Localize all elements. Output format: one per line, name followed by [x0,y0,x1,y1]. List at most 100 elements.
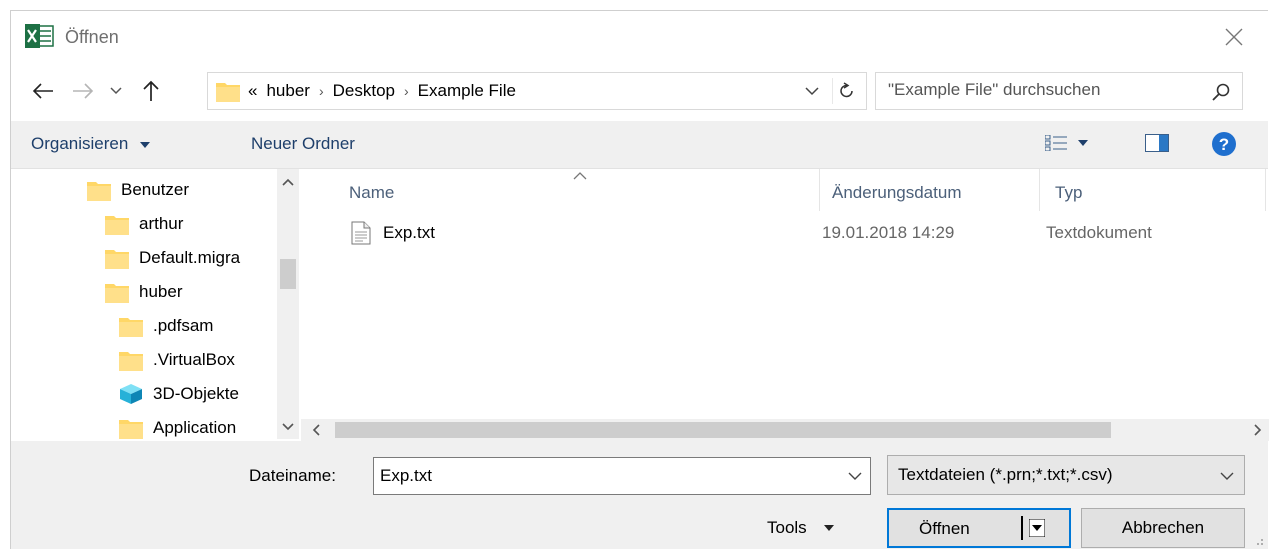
folder-icon [119,318,143,337]
address-history-button[interactable] [800,79,824,103]
navigation-pane: Benutzer arthur Default.migra huber .pdf… [11,169,301,439]
filetype-select[interactable]: Textdateien (*.prn;*.txt;*.csv) [887,455,1245,495]
sort-ascending-icon [573,172,587,180]
chevron-down-icon[interactable] [846,467,864,485]
tree-item-virtualbox[interactable]: .VirtualBox [119,345,235,375]
split-divider [1021,516,1023,540]
tree-item-arthur[interactable]: arthur [105,209,183,239]
tree-item-label: Application [153,418,237,437]
chevron-down-icon [110,87,122,95]
resize-grip-icon[interactable] [1252,534,1264,546]
preview-pane-button[interactable] [1145,134,1169,152]
tree-item-label: .VirtualBox [153,350,235,369]
tree-item-huber[interactable]: huber [105,277,182,307]
file-name: Exp.txt [383,223,435,242]
caret-down-icon[interactable] [1029,519,1045,537]
excel-icon [25,24,54,48]
preview-pane-icon [1145,134,1169,152]
search-icon[interactable] [1210,81,1232,103]
scroll-right-icon[interactable] [1249,419,1265,441]
caret-down-icon [140,142,151,148]
tree-item-3d-objekte[interactable]: 3D-Objekte [119,379,239,409]
view-options-button[interactable] [1045,135,1089,151]
column-divider[interactable] [1039,169,1040,211]
dialog-footer: Dateiname: Textdateien (*.prn;*.txt;*.cs… [11,441,1268,549]
filename-input[interactable] [380,466,820,486]
tree-item-application[interactable]: Application [119,413,236,439]
filename-label: Dateiname: [249,466,336,485]
breadcrumb-separator[interactable]: › [404,83,409,99]
3d-objects-icon [120,384,142,404]
scrollbar-thumb[interactable] [335,422,1111,438]
refresh-button[interactable] [832,78,860,104]
arrow-right-icon [73,83,94,99]
column-divider[interactable] [819,169,820,211]
close-button[interactable] [1216,19,1252,55]
breadcrumb-item-huber[interactable]: huber [266,81,309,101]
tree-item-default-migra[interactable]: Default.migra [105,243,240,273]
chevron-down-icon [805,86,819,95]
column-divider[interactable] [1265,169,1266,211]
navigation-bar: « huber › Desktop › Example File [11,63,1268,121]
scrollbar-thumb[interactable] [280,259,296,289]
recent-locations-button[interactable] [105,75,127,107]
help-icon: ? [1212,132,1236,156]
column-header-type[interactable]: Typ [1055,183,1082,203]
folder-icon [105,284,129,303]
forward-button[interactable] [67,75,99,107]
search-box [875,72,1243,110]
organize-label: Organisieren [31,134,129,153]
breadcrumb-overflow[interactable]: « [248,81,257,101]
new-folder-button[interactable]: Neuer Ordner [251,134,355,154]
caret-down-icon [1078,140,1088,146]
folder-icon [105,250,129,269]
arrow-up-icon [143,80,159,101]
tools-button[interactable]: Tools [767,518,835,538]
arrow-left-icon [32,83,53,99]
navigation-pane-scrollbar[interactable] [277,169,299,439]
close-icon [1225,28,1243,46]
tree-item-label: arthur [139,214,184,233]
file-list: Name Änderungsdatum Typ Exp.txt 19.01.20… [301,169,1269,419]
file-row[interactable]: Exp.txt 19.01.2018 14:29 Textdokument [331,217,1261,249]
tree-item-benutzer[interactable]: Benutzer [87,175,189,205]
refresh-icon [839,82,853,98]
help-button[interactable]: ? [1211,131,1237,157]
folder-icon [119,420,143,439]
title-bar: Öffnen [11,11,1268,63]
tree-item-pdfsam[interactable]: .pdfsam [119,311,213,341]
caret-down-icon [823,525,834,531]
cancel-button[interactable]: Abbrechen [1081,508,1245,548]
scroll-down-icon[interactable] [277,419,299,435]
organize-button[interactable]: Organisieren [31,134,151,154]
text-file-icon [351,221,371,245]
svg-text:?: ? [1219,135,1229,154]
up-button[interactable] [135,75,167,107]
breadcrumb-separator[interactable]: › [319,83,324,99]
filetype-value: Textdateien (*.prn;*.txt;*.csv) [898,465,1113,484]
file-list-scrollbar[interactable] [301,419,1269,441]
breadcrumb-item-desktop[interactable]: Desktop [333,81,395,101]
folder-icon [105,216,129,235]
column-header-date[interactable]: Änderungsdatum [832,183,961,203]
window-title: Öffnen [65,27,119,47]
back-button[interactable] [27,75,59,107]
folder-icon [87,182,111,201]
filename-combobox [373,457,871,495]
column-header-name[interactable]: Name [349,183,394,203]
scroll-up-icon[interactable] [277,175,299,191]
file-date: 19.01.2018 14:29 [822,223,955,242]
view-options-icon [1045,135,1067,151]
tree-item-label: huber [139,282,183,301]
tools-label: Tools [767,518,807,537]
breadcrumb: « huber › Desktop › Example File [248,81,516,101]
chevron-down-icon [1220,472,1234,480]
breadcrumb-item-example-file[interactable]: Example File [418,81,516,101]
scroll-left-icon[interactable] [309,419,325,441]
tree-item-label: 3D-Objekte [153,384,239,403]
tree-item-label: .pdfsam [153,316,214,335]
folder-icon [119,352,143,371]
address-bar[interactable]: « huber › Desktop › Example File [207,72,867,110]
open-button[interactable]: Öffnen [887,508,1071,548]
search-input[interactable] [888,80,1188,100]
